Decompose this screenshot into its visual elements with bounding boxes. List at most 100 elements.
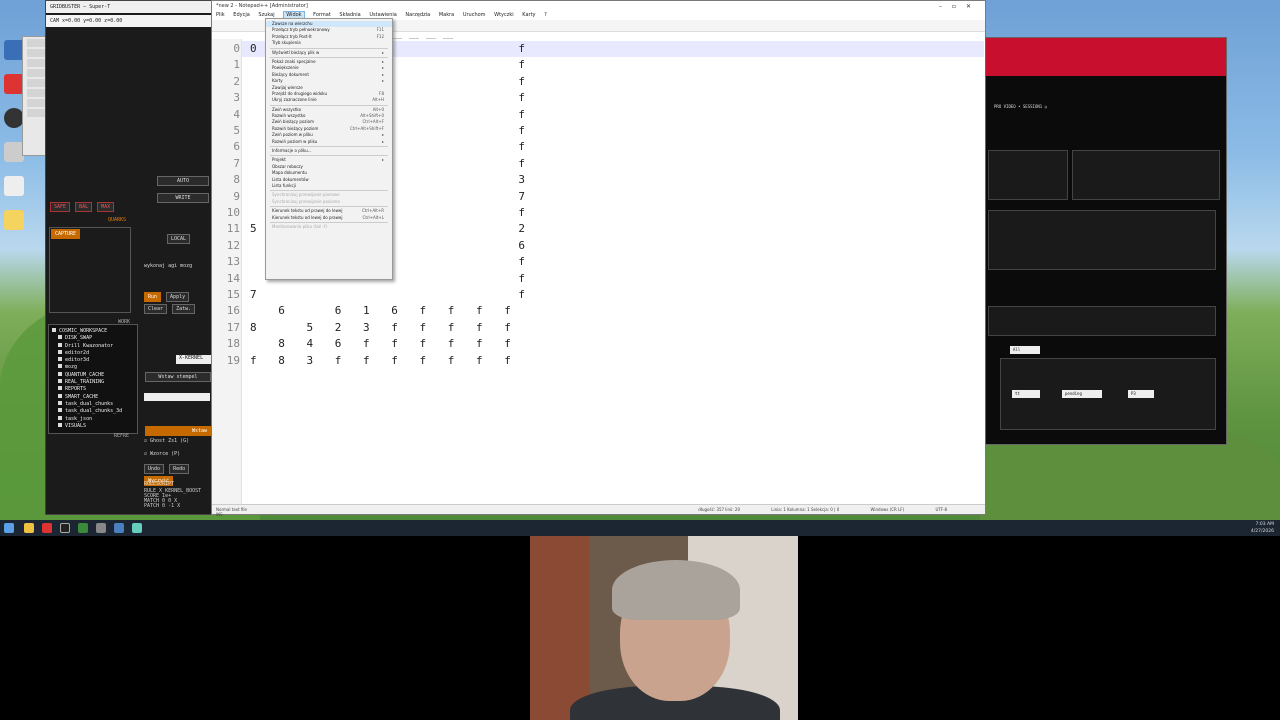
brave-icon[interactable] (42, 523, 52, 533)
desktop-shortcut-icon[interactable] (4, 40, 24, 60)
camera-coords: CAM x=0.00 y=0.00 z=0.00 (46, 15, 212, 27)
tree-item[interactable]: VISUALS (52, 422, 134, 430)
redo-button[interactable]: Redo (169, 464, 190, 474)
line-number: 6 (233, 140, 240, 154)
taskbar-clock[interactable]: 7:03 AM 4/27/2026 (1251, 521, 1274, 535)
bal-button[interactable]: BAL (75, 202, 93, 212)
safe-button[interactable]: SAFE (50, 202, 71, 212)
menu-help[interactable]: ? (544, 12, 547, 18)
log-pane[interactable] (988, 150, 1068, 200)
folder-icon[interactable] (4, 210, 24, 230)
folder-icon (58, 357, 62, 362)
control-panel-window: GRIDBUSTER — Super-T CAM x=0.00 y=0.00 z… (45, 0, 213, 515)
line-number: 18 (226, 337, 240, 351)
tree-item[interactable]: task_dual_chunks_3d (52, 408, 134, 415)
app-taskbar-icon[interactable] (132, 523, 142, 533)
menu-item-label: Zwiń bieżący poziom (272, 119, 314, 125)
local-button[interactable]: LOCAL (167, 234, 191, 244)
notepad-taskbar-icon[interactable] (78, 523, 88, 533)
view-menu-item: Monitorowanie pliku (tail -f) (266, 224, 392, 230)
clear-button[interactable]: Clear (144, 304, 168, 314)
line-number: 9 (233, 189, 240, 203)
apply-button[interactable]: Apply (166, 292, 190, 302)
menu-separator (270, 56, 388, 58)
view-menu-item[interactable]: Lista funkcji (266, 183, 392, 189)
tree-item[interactable]: task_json (52, 415, 134, 423)
code-line[interactable]: 6 6 1 6 f f f f (250, 304, 518, 317)
file-explorer-icon[interactable] (24, 523, 34, 533)
rulescript-box[interactable]: RULE X_KERNEL_BOOST SCORE 1e+ MATCH 0 0 … (144, 489, 201, 509)
view-menu-item[interactable]: Kierunek tekstu od lewej do prawej Ctrl+A… (266, 215, 392, 221)
output-pane[interactable] (1072, 150, 1220, 200)
confirm-button[interactable]: Zatw. (172, 304, 196, 314)
menu-macros[interactable]: Makra (439, 12, 454, 18)
tree-item[interactable]: REAL_TRAINING (52, 379, 134, 386)
menu-run[interactable]: Uruchom (463, 12, 486, 18)
obs-icon[interactable] (4, 108, 24, 128)
code-line[interactable]: 8 4 6 f f f f f f (250, 337, 518, 350)
folder-icon (58, 415, 62, 420)
menu-tools[interactable]: Narzędzia (405, 12, 430, 18)
menu-item-label: Tryb skupienia (272, 40, 301, 46)
capture-button[interactable]: CAPTURE (51, 229, 81, 239)
tree-item[interactable]: Drill Kwazonator (52, 342, 134, 350)
view-menu-item[interactable]: Rozwiń poziom w pliku ▸ (266, 139, 392, 145)
tree-item[interactable]: editor3d (52, 357, 134, 364)
queue-pane[interactable] (988, 306, 1216, 336)
ghost-checkbox[interactable]: ☑ Ghost Zs1 (G) (144, 438, 189, 444)
start-icon[interactable] (4, 523, 14, 533)
menu-file[interactable]: Plik (216, 12, 225, 18)
view-menu-item[interactable]: Informacje o pliku... (266, 148, 392, 154)
menu-edit[interactable]: Edycja (233, 12, 250, 18)
line-number: 7 (233, 156, 240, 170)
brave-browser-icon[interactable] (4, 74, 24, 94)
patterns-checkbox[interactable]: ☑ Wzorce (P) (144, 451, 180, 457)
filter-select[interactable]: All (1010, 346, 1040, 354)
stamp-input[interactable] (144, 393, 210, 401)
write-button[interactable]: WRITE (157, 193, 209, 203)
view-menu-item[interactable]: Wyświetl bieżący plik w ▸ (266, 50, 392, 56)
code-line[interactable]: f 8 3 f f f f f f f (250, 354, 518, 367)
priority-select[interactable]: P3 (1128, 390, 1154, 398)
tree-item[interactable]: DISK_SWAP (52, 335, 134, 342)
menu-separator (270, 206, 388, 208)
menu-item-label: Rozwiń bieżący poziom (272, 125, 319, 131)
tree-item[interactable]: editor2d (52, 349, 134, 357)
code-line[interactable]: 8 5 2 3 f f f f f (250, 321, 518, 334)
view-menu-item[interactable]: Ukryj zaznaczone linie Alt+H (266, 97, 392, 103)
insert-stamp-button[interactable]: Wstaw stempel (145, 372, 211, 382)
tree-item[interactable]: REPORTS (52, 386, 134, 393)
webcam-background-brick (530, 536, 590, 720)
terminal-window: PRO VIDEO • SESSION1 ◎ All tt pending P3 (985, 37, 1227, 445)
task-field[interactable]: tt (1012, 390, 1040, 398)
view-menu-item[interactable]: Tryb skupienia (266, 40, 392, 46)
tree-item[interactable]: task_dual_chunks (52, 400, 134, 408)
run-button[interactable]: Run (144, 292, 162, 302)
status-select[interactable]: pending (1062, 390, 1102, 398)
undo-button[interactable]: Undo (144, 464, 165, 474)
tree-item[interactable]: COSMIC_WORKSPACE (52, 328, 134, 335)
window-controls[interactable]: –▫✕ (939, 3, 981, 10)
obs-taskbar-icon[interactable] (60, 523, 70, 533)
tree-item[interactable]: SMART_CACHE (52, 393, 134, 401)
refresh-button[interactable]: REFRE (114, 433, 129, 439)
folder-icon (58, 408, 62, 413)
app-shortcut-icon[interactable] (4, 142, 24, 162)
menu-plugins[interactable]: Wtyczki (494, 12, 514, 18)
app-taskbar-icon[interactable] (114, 523, 124, 533)
kernel-field[interactable]: X-KERNEL (176, 355, 212, 364)
menu-tabs[interactable]: Karty (522, 12, 535, 18)
code-line[interactable]: 7 f (250, 288, 532, 301)
tree-item[interactable]: mozg (52, 364, 134, 371)
auto-button[interactable]: AUTO (157, 176, 209, 186)
max-button[interactable]: MAX (97, 202, 115, 212)
tree-item[interactable]: QUANTUM_CACHE (52, 371, 134, 379)
folder-icon (58, 379, 62, 384)
command-text[interactable]: wykonaj agi mozg (144, 263, 192, 269)
app-taskbar-icon[interactable] (96, 523, 106, 533)
insert-button[interactable]: Wstaw (145, 426, 211, 436)
file-shortcut-icon[interactable] (4, 176, 24, 196)
list-pane[interactable] (988, 210, 1216, 270)
menu-item-label: Monitorowanie pliku (tail -f) (272, 223, 327, 229)
line-number: 13 (226, 255, 240, 269)
